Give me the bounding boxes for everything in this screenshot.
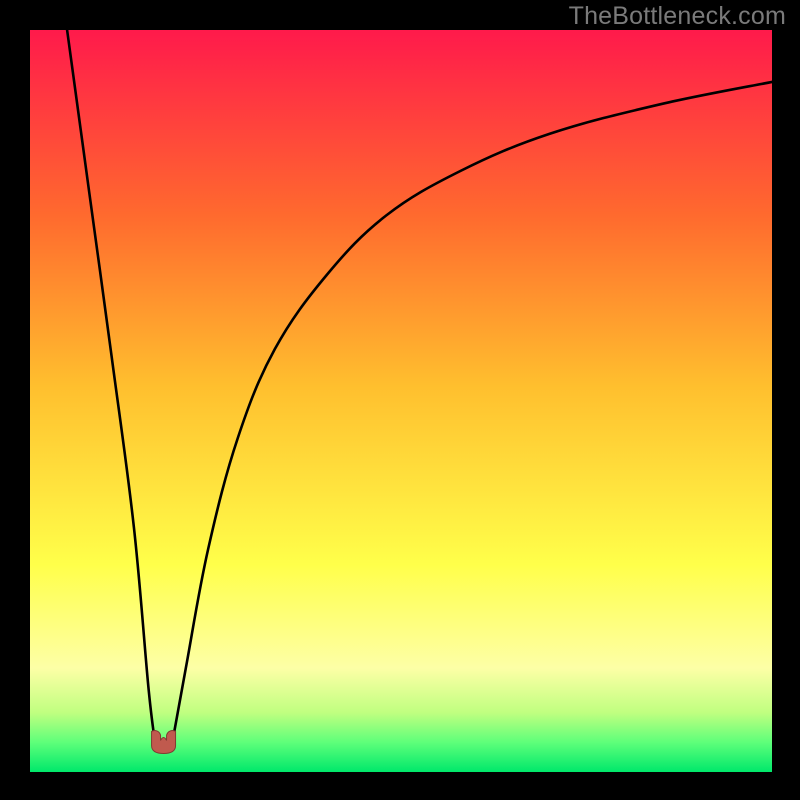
chart-svg [0, 0, 800, 800]
chart-stage: TheBottleneck.com [0, 0, 800, 800]
plot-background [30, 30, 772, 772]
watermark-label: TheBottleneck.com [569, 2, 786, 31]
